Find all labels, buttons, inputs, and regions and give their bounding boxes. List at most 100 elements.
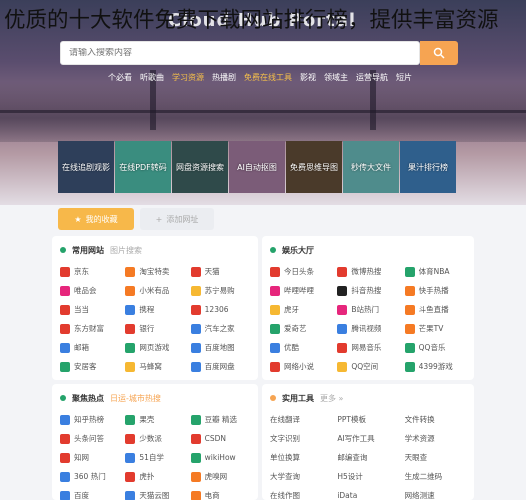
site-link[interactable]: PPT模板 bbox=[337, 412, 398, 427]
site-link[interactable]: 4399游戏 bbox=[404, 359, 466, 374]
site-link[interactable]: 网络测速 bbox=[405, 488, 466, 500]
nav-link[interactable]: 短片 bbox=[396, 72, 412, 86]
site-link[interactable]: 腾讯视频 bbox=[337, 321, 398, 336]
site-link[interactable]: 虎嗅网 bbox=[190, 469, 250, 484]
nav-link[interactable]: 个必看 bbox=[108, 72, 132, 86]
site-link[interactable]: 文件转换 bbox=[405, 412, 466, 427]
site-link[interactable]: 大学查询 bbox=[270, 469, 331, 484]
site-link[interactable]: 虎扑 bbox=[125, 469, 184, 484]
site-link[interactable]: 银行 bbox=[125, 321, 184, 336]
site-link[interactable]: 51自学 bbox=[125, 450, 184, 465]
panel-subtitle[interactable]: 日运-城市热搜 bbox=[110, 393, 161, 404]
site-link[interactable]: 天猫 bbox=[190, 264, 250, 279]
site-link[interactable]: 爱奇艺 bbox=[270, 321, 331, 336]
panel-hot: 聚焦热点 日运-城市热搜 知乎热榜 果壳 豆瓣 精选 头条问答 少数派 CSDN 知网 51自… bbox=[52, 384, 258, 500]
site-link[interactable]: 优酷 bbox=[270, 340, 331, 355]
site-link-label: iData bbox=[337, 491, 358, 500]
site-link[interactable]: 单位换算 bbox=[270, 450, 331, 465]
site-link[interactable]: 小米有品 bbox=[125, 283, 184, 298]
nav-link[interactable]: 运营导航 bbox=[356, 72, 388, 86]
site-link[interactable]: 文字识别 bbox=[270, 431, 331, 446]
feature-tile[interactable]: 网盘资源搜索 bbox=[172, 141, 228, 193]
site-link[interactable]: 邮箱 bbox=[60, 340, 119, 355]
feature-tile[interactable]: 果汁排行榜 bbox=[400, 141, 456, 193]
site-logo-icon bbox=[60, 285, 70, 296]
site-link[interactable]: iData bbox=[337, 488, 398, 500]
site-link[interactable]: QQ音乐 bbox=[404, 340, 466, 355]
site-link[interactable]: 在线作图 bbox=[270, 488, 331, 500]
site-link[interactable]: CSDN bbox=[190, 431, 250, 446]
my-favorites-button[interactable]: ★ 我的收藏 bbox=[58, 208, 134, 230]
site-logo-icon bbox=[270, 304, 280, 315]
panel-subtitle[interactable]: 更多 » bbox=[320, 393, 343, 404]
add-site-button[interactable]: + 添加网址 bbox=[140, 208, 214, 230]
site-link[interactable]: AI写作工具 bbox=[337, 431, 398, 446]
feature-tile[interactable]: 免费思维导图 bbox=[286, 141, 342, 193]
site-link[interactable]: 苏宁易购 bbox=[190, 283, 250, 298]
site-link[interactable]: 网页游戏 bbox=[125, 340, 184, 355]
nav-link[interactable]: 影视 bbox=[300, 72, 316, 86]
site-link[interactable]: 百度网盘 bbox=[190, 359, 250, 374]
site-link[interactable]: 豆瓣 精选 bbox=[190, 412, 250, 427]
feature-tile[interactable]: 在线追剧观影 bbox=[58, 141, 114, 193]
site-link[interactable]: 体育NBA bbox=[404, 264, 466, 279]
site-link[interactable]: 京东 bbox=[60, 264, 119, 279]
site-link[interactable]: 在线翻译 bbox=[270, 412, 331, 427]
site-link[interactable]: 百度 bbox=[60, 488, 119, 500]
site-link[interactable]: 唯品会 bbox=[60, 283, 119, 298]
site-link[interactable]: QQ空间 bbox=[337, 359, 398, 374]
site-link[interactable]: wikiHow bbox=[190, 450, 250, 465]
site-link[interactable]: 360 热门 bbox=[60, 469, 119, 484]
site-link[interactable]: 斗鱼直播 bbox=[404, 302, 466, 317]
feature-tile[interactable]: 秒传大文件 bbox=[343, 141, 399, 193]
search-input[interactable] bbox=[69, 48, 419, 58]
site-link[interactable]: 网易音乐 bbox=[337, 340, 398, 355]
site-link[interactable]: 东方财富 bbox=[60, 321, 119, 336]
nav-link[interactable]: 学习资源 bbox=[172, 72, 204, 86]
site-link[interactable]: 邮编查询 bbox=[337, 450, 398, 465]
site-link[interactable]: 电商 bbox=[190, 488, 250, 500]
site-link-label: 银行 bbox=[139, 324, 155, 333]
site-link[interactable]: 果壳 bbox=[125, 412, 184, 427]
site-link[interactable]: 天眼查 bbox=[405, 450, 466, 465]
panel-subtitle[interactable]: 图片搜索 bbox=[110, 245, 142, 256]
search-box[interactable] bbox=[60, 41, 420, 65]
site-link[interactable]: 快手热播 bbox=[404, 283, 466, 298]
site-link[interactable]: 网络小说 bbox=[270, 359, 331, 374]
site-logo-icon bbox=[190, 285, 201, 296]
site-link[interactable]: 安居客 bbox=[60, 359, 119, 374]
nav-link[interactable]: 免费在线工具 bbox=[244, 72, 292, 86]
site-link[interactable]: 12306 bbox=[190, 302, 250, 317]
site-link[interactable]: 汽车之家 bbox=[190, 321, 250, 336]
site-logo-icon bbox=[190, 342, 201, 353]
feature-tile[interactable]: 在线PDF转码 bbox=[115, 141, 171, 193]
site-link[interactable]: 今日头条 bbox=[270, 264, 331, 279]
site-link[interactable]: 生成二维码 bbox=[405, 469, 466, 484]
site-link[interactable]: 头条问答 bbox=[60, 431, 119, 446]
site-link[interactable]: 当当 bbox=[60, 302, 119, 317]
site-link[interactable]: 虎牙 bbox=[270, 302, 331, 317]
feature-tile[interactable]: AI自动抠图 bbox=[229, 141, 285, 193]
site-link[interactable]: B站热门 bbox=[337, 302, 398, 317]
site-link[interactable]: 知乎热榜 bbox=[60, 412, 119, 427]
search-button[interactable] bbox=[420, 41, 458, 65]
site-link[interactable]: 淘宝特卖 bbox=[125, 264, 184, 279]
site-link[interactable]: 马蜂窝 bbox=[125, 359, 184, 374]
site-link-label: 生成二维码 bbox=[404, 472, 443, 481]
site-link[interactable]: 哔哩哔哩 bbox=[270, 283, 331, 298]
site-logo-icon bbox=[125, 285, 136, 296]
nav-link[interactable]: 领域主 bbox=[324, 72, 348, 86]
site-link[interactable]: H5设计 bbox=[337, 469, 398, 484]
site-link[interactable]: 抖音热搜 bbox=[337, 283, 398, 298]
site-link[interactable]: 知网 bbox=[60, 450, 119, 465]
site-logo-icon bbox=[125, 452, 136, 463]
site-link[interactable]: 百度地图 bbox=[190, 340, 250, 355]
site-link[interactable]: 芒果TV bbox=[404, 321, 466, 336]
site-link[interactable]: 天猫云图 bbox=[125, 488, 184, 500]
site-link[interactable]: 携程 bbox=[125, 302, 184, 317]
site-link[interactable]: 少数派 bbox=[125, 431, 184, 446]
site-link[interactable]: 学术资源 bbox=[405, 431, 466, 446]
nav-link[interactable]: 热播剧 bbox=[212, 72, 236, 86]
site-link[interactable]: 微博热搜 bbox=[337, 264, 398, 279]
nav-link[interactable]: 听歌曲 bbox=[140, 72, 164, 86]
